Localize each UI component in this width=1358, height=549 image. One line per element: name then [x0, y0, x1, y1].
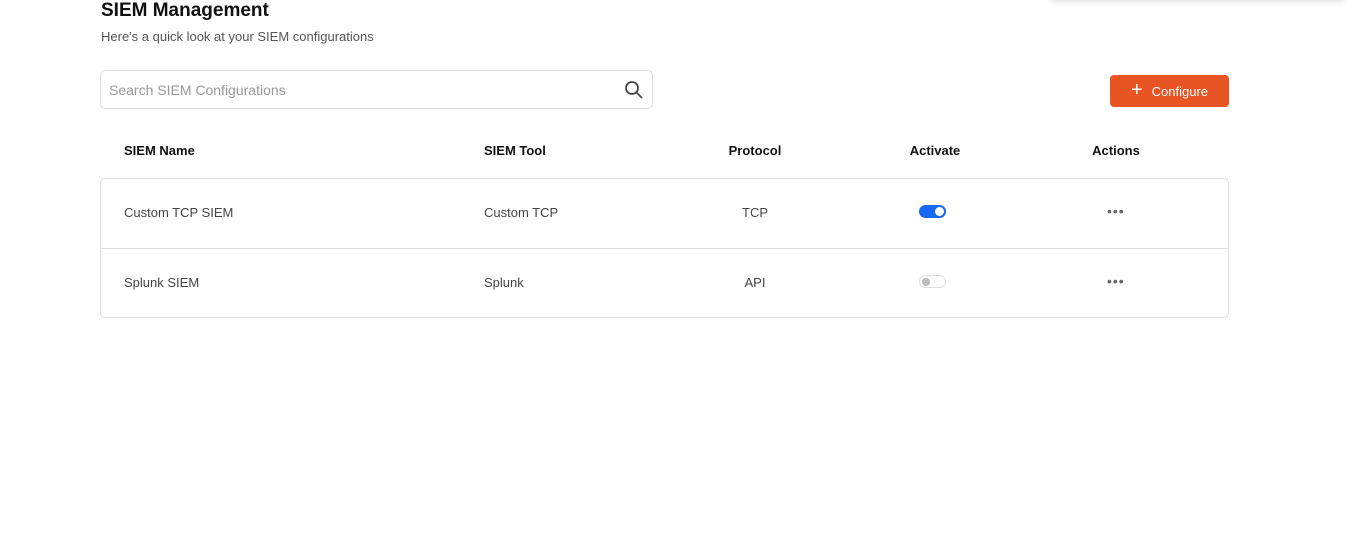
plus-icon: +	[1130, 79, 1143, 101]
siem-table: Custom TCP SIEM Custom TCP TCP ••• Splun…	[100, 178, 1229, 318]
page-title: SIEM Management	[101, 0, 269, 21]
activate-toggle[interactable]	[919, 275, 946, 288]
configure-button[interactable]: + Configure	[1110, 75, 1229, 107]
protocol: API	[744, 275, 766, 290]
header-actions: Actions	[1092, 143, 1140, 158]
header-siem-tool: SIEM Tool	[484, 143, 546, 158]
activate-toggle[interactable]	[919, 205, 946, 218]
siem-tool: Custom TCP	[484, 205, 559, 220]
header-activate: Activate	[909, 143, 961, 158]
siem-tool: Splunk	[484, 275, 524, 290]
table-row: Splunk SIEM Splunk API •••	[101, 248, 1228, 317]
more-actions-icon[interactable]: •••	[1107, 203, 1125, 219]
search-icon[interactable]	[624, 80, 644, 100]
header-siem-name: SIEM Name	[124, 143, 195, 158]
configure-label: Configure	[1151, 83, 1209, 99]
search-input[interactable]	[109, 81, 624, 98]
table-row: Custom TCP SIEM Custom TCP TCP •••	[101, 179, 1228, 248]
header-protocol: Protocol	[728, 143, 782, 158]
page-subtitle: Here's a quick look at your SIEM configu…	[101, 29, 374, 44]
search-box[interactable]	[100, 70, 653, 109]
siem-name: Custom TCP SIEM	[124, 205, 234, 220]
protocol: TCP	[742, 205, 768, 220]
siem-name: Splunk SIEM	[124, 275, 200, 290]
more-actions-icon[interactable]: •••	[1107, 273, 1125, 289]
